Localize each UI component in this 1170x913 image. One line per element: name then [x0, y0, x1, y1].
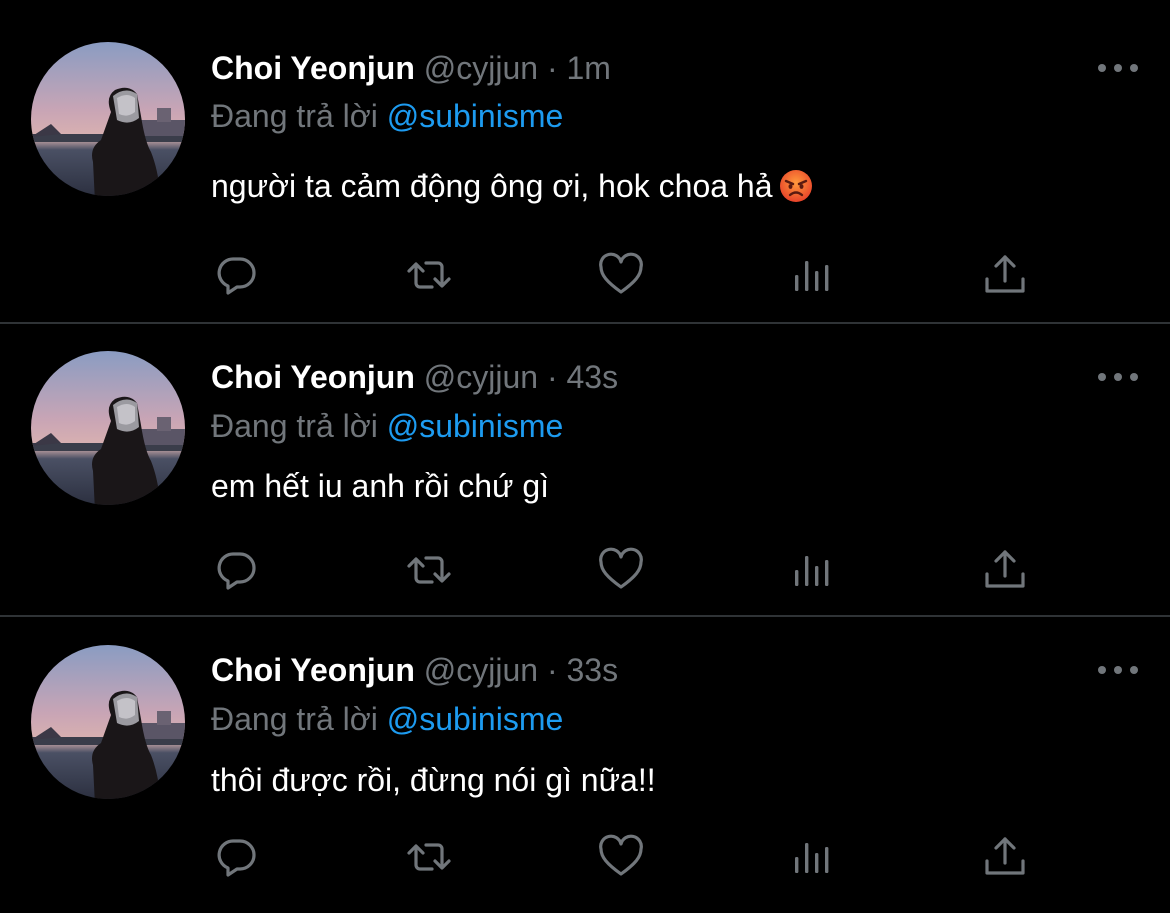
replying-to-link[interactable]: @subinisme [387, 701, 564, 737]
views-icon[interactable] [788, 832, 838, 882]
reply-icon[interactable] [212, 832, 262, 882]
display-name[interactable]: Choi Yeonjun [211, 652, 415, 688]
tweet-actions [212, 250, 1032, 300]
replying-to: Đang trả lời @subinisme [211, 406, 563, 446]
replying-to-link[interactable]: @subinisme [387, 98, 564, 134]
views-icon[interactable] [788, 545, 838, 595]
avatar[interactable] [31, 645, 185, 799]
timestamp[interactable]: 43s [566, 359, 618, 395]
replying-to-label: Đang trả lời [211, 408, 378, 444]
avatar[interactable] [31, 42, 185, 196]
more-options-icon[interactable] [1098, 369, 1138, 385]
replying-to-link[interactable]: @subinisme [387, 408, 564, 444]
tweet-actions [212, 545, 1032, 595]
like-icon[interactable] [596, 250, 646, 300]
like-icon[interactable] [596, 832, 646, 882]
user-handle[interactable]: @cyjjun [424, 50, 538, 86]
angry-face-icon [779, 169, 813, 203]
timestamp[interactable]: 33s [566, 652, 618, 688]
tweet-text-content: người ta cảm động ông ơi, hok choa hả [211, 168, 773, 204]
retweet-icon[interactable] [404, 832, 454, 882]
replying-to-label: Đang trả lời [211, 701, 378, 737]
reply-icon[interactable] [212, 545, 262, 595]
reply-icon[interactable] [212, 250, 262, 300]
tweet[interactable]: Choi Yeonjun @cyjjun · 1m Đang trả lời @… [0, 0, 1170, 324]
tweet-text: người ta cảm động ông ơi, hok choa hả [211, 166, 813, 206]
share-icon[interactable] [980, 832, 1030, 882]
display-name[interactable]: Choi Yeonjun [211, 50, 415, 86]
tweet-header: Choi Yeonjun @cyjjun · 43s [211, 357, 618, 397]
user-handle[interactable]: @cyjjun [424, 359, 538, 395]
replying-to-label: Đang trả lời [211, 98, 378, 134]
tweet-text: thôi được rồi, đừng nói gì nữa!! [211, 762, 656, 798]
retweet-icon[interactable] [404, 250, 454, 300]
user-handle[interactable]: @cyjjun [424, 652, 538, 688]
display-name[interactable]: Choi Yeonjun [211, 359, 415, 395]
tweet-text: em hết iu anh rồi chứ gì [211, 468, 550, 504]
more-options-icon[interactable] [1098, 662, 1138, 678]
replying-to: Đang trả lời @subinisme [211, 96, 563, 136]
share-icon[interactable] [980, 545, 1030, 595]
tweet[interactable]: Choi Yeonjun @cyjjun · 33s Đang trả lời … [0, 619, 1170, 913]
share-icon[interactable] [980, 250, 1030, 300]
views-icon[interactable] [788, 250, 838, 300]
separator-dot: · [546, 50, 558, 86]
retweet-icon[interactable] [404, 545, 454, 595]
tweet-header: Choi Yeonjun @cyjjun · 33s [211, 650, 618, 690]
avatar[interactable] [31, 351, 185, 505]
tweet-actions [212, 832, 1032, 882]
separator-dot: · [546, 359, 558, 395]
tweet-header: Choi Yeonjun @cyjjun · 1m [211, 48, 611, 88]
more-options-icon[interactable] [1098, 60, 1138, 76]
timestamp[interactable]: 1m [566, 50, 610, 86]
tweet[interactable]: Choi Yeonjun @cyjjun · 43s Đang trả lời … [0, 326, 1170, 617]
like-icon[interactable] [596, 545, 646, 595]
separator-dot: · [546, 652, 558, 688]
replying-to: Đang trả lời @subinisme [211, 699, 563, 739]
